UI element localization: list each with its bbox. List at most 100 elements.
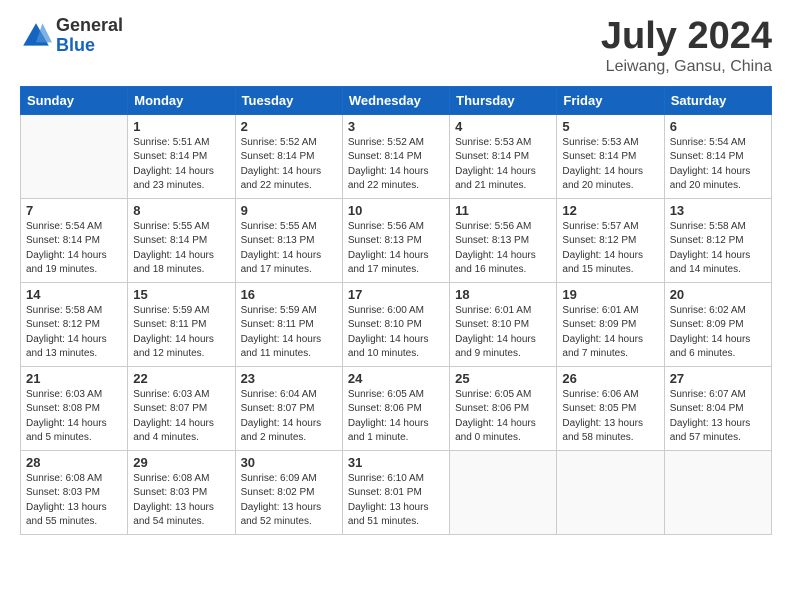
day-info: Sunrise: 5:57 AM Sunset: 8:12 PM Dayligh… <box>562 220 658 278</box>
day-number: 31 <box>348 455 444 470</box>
header: General Blue July 2024 Leiwang, Gansu, C… <box>20 16 772 76</box>
day-number: 15 <box>133 287 229 302</box>
calendar-cell: 11 Sunrise: 5:56 AM Sunset: 8:13 PM Dayli… <box>450 198 557 282</box>
day-number: 26 <box>562 371 658 386</box>
calendar-cell: 12Sunrise: 5:57 AM Sunset: 8:12 PM Dayli… <box>557 198 664 282</box>
day-info: Sunrise: 6:06 AM Sunset: 8:05 PM Dayligh… <box>562 388 658 446</box>
day-info: Sunrise: 6:02 AM Sunset: 8:09 PM Dayligh… <box>670 304 766 362</box>
calendar-cell: 22 Sunrise: 6:03 AM Sunset: 8:07 PM Dayli… <box>128 366 235 450</box>
day-info: Sunrise: 5:51 AM Sunset: 8:14 PM Dayligh… <box>133 136 229 194</box>
day-number: 29 <box>133 455 229 470</box>
day-number: 17 <box>348 287 444 302</box>
week-row-5: 28 Sunrise: 6:08 AM Sunset: 8:03 PM Dayli… <box>21 450 772 534</box>
calendar-cell: 15 Sunrise: 5:59 AM Sunset: 8:11 PM Dayli… <box>128 282 235 366</box>
logo-text: General Blue <box>56 16 123 56</box>
day-number: 27 <box>670 371 766 386</box>
day-number: 9 <box>241 203 337 218</box>
calendar-cell: 18 Sunrise: 6:01 AM Sunset: 8:10 PM Dayli… <box>450 282 557 366</box>
calendar-cell: 25 Sunrise: 6:05 AM Sunset: 8:06 PM Dayli… <box>450 366 557 450</box>
day-number: 18 <box>455 287 551 302</box>
day-info: Sunrise: 6:08 AM Sunset: 8:03 PM Dayligh… <box>26 472 122 530</box>
day-info: Sunrise: 6:10 AM Sunset: 8:01 PM Dayligh… <box>348 472 444 530</box>
day-number: 22 <box>133 371 229 386</box>
day-number: 5 <box>562 119 658 134</box>
calendar-cell: 10 Sunrise: 5:56 AM Sunset: 8:13 PM Dayli… <box>342 198 449 282</box>
page: General Blue July 2024 Leiwang, Gansu, C… <box>0 0 792 551</box>
calendar-cell: 31 Sunrise: 6:10 AM Sunset: 8:01 PM Dayli… <box>342 450 449 534</box>
calendar-cell: 7Sunrise: 5:54 AM Sunset: 8:14 PM Daylig… <box>21 198 128 282</box>
day-number: 21 <box>26 371 122 386</box>
weekday-header-sunday: Sunday <box>21 86 128 114</box>
day-number: 11 <box>455 203 551 218</box>
day-info: Sunrise: 6:08 AM Sunset: 8:03 PM Dayligh… <box>133 472 229 530</box>
day-number: 25 <box>455 371 551 386</box>
calendar-cell: 29 Sunrise: 6:08 AM Sunset: 8:03 PM Dayli… <box>128 450 235 534</box>
day-number: 13 <box>670 203 766 218</box>
calendar-cell: 14 Sunrise: 5:58 AM Sunset: 8:12 PM Dayli… <box>21 282 128 366</box>
day-number: 1 <box>133 119 229 134</box>
day-info: Sunrise: 6:05 AM Sunset: 8:06 PM Dayligh… <box>455 388 551 446</box>
day-number: 28 <box>26 455 122 470</box>
day-info: Sunrise: 5:53 AM Sunset: 8:14 PM Dayligh… <box>455 136 551 194</box>
day-info: Sunrise: 5:58 AM Sunset: 8:12 PM Dayligh… <box>26 304 122 362</box>
month-title: July 2024 <box>601 16 772 58</box>
calendar-cell: 2 Sunrise: 5:52 AM Sunset: 8:14 PM Daylig… <box>235 114 342 198</box>
day-number: 6 <box>670 119 766 134</box>
day-info: Sunrise: 5:56 AM Sunset: 8:13 PM Dayligh… <box>455 220 551 278</box>
day-info: Sunrise: 6:03 AM Sunset: 8:07 PM Dayligh… <box>133 388 229 446</box>
location-title: Leiwang, Gansu, China <box>601 58 772 76</box>
day-info: Sunrise: 6:00 AM Sunset: 8:10 PM Dayligh… <box>348 304 444 362</box>
calendar-cell: 13Sunrise: 5:58 AM Sunset: 8:12 PM Dayli… <box>664 198 771 282</box>
calendar-cell: 24 Sunrise: 6:05 AM Sunset: 8:06 PM Dayli… <box>342 366 449 450</box>
day-info: Sunrise: 5:55 AM Sunset: 8:14 PM Dayligh… <box>133 220 229 278</box>
logo-icon <box>20 20 52 52</box>
weekday-header-saturday: Saturday <box>664 86 771 114</box>
day-info: Sunrise: 5:59 AM Sunset: 8:11 PM Dayligh… <box>133 304 229 362</box>
day-info: Sunrise: 6:01 AM Sunset: 8:10 PM Dayligh… <box>455 304 551 362</box>
day-info: Sunrise: 6:04 AM Sunset: 8:07 PM Dayligh… <box>241 388 337 446</box>
weekday-row: SundayMondayTuesdayWednesdayThursdayFrid… <box>21 86 772 114</box>
logo-general-text: General <box>56 16 123 36</box>
day-info: Sunrise: 6:01 AM Sunset: 8:09 PM Dayligh… <box>562 304 658 362</box>
calendar-cell: 16 Sunrise: 5:59 AM Sunset: 8:11 PM Dayli… <box>235 282 342 366</box>
logo-blue-text: Blue <box>56 36 123 56</box>
calendar-cell <box>557 450 664 534</box>
day-info: Sunrise: 5:52 AM Sunset: 8:14 PM Dayligh… <box>241 136 337 194</box>
day-number: 16 <box>241 287 337 302</box>
day-number: 19 <box>562 287 658 302</box>
day-number: 4 <box>455 119 551 134</box>
day-number: 20 <box>670 287 766 302</box>
calendar-header: SundayMondayTuesdayWednesdayThursdayFrid… <box>21 86 772 114</box>
logo: General Blue <box>20 16 123 56</box>
calendar-cell: 28 Sunrise: 6:08 AM Sunset: 8:03 PM Dayli… <box>21 450 128 534</box>
day-info: Sunrise: 5:54 AM Sunset: 8:14 PM Dayligh… <box>670 136 766 194</box>
week-row-2: 7Sunrise: 5:54 AM Sunset: 8:14 PM Daylig… <box>21 198 772 282</box>
calendar-cell: 20 Sunrise: 6:02 AM Sunset: 8:09 PM Dayli… <box>664 282 771 366</box>
day-number: 2 <box>241 119 337 134</box>
day-info: Sunrise: 5:52 AM Sunset: 8:14 PM Dayligh… <box>348 136 444 194</box>
day-number: 10 <box>348 203 444 218</box>
calendar-cell: 23 Sunrise: 6:04 AM Sunset: 8:07 PM Dayli… <box>235 366 342 450</box>
week-row-3: 14 Sunrise: 5:58 AM Sunset: 8:12 PM Dayli… <box>21 282 772 366</box>
calendar-cell: 27 Sunrise: 6:07 AM Sunset: 8:04 PM Dayli… <box>664 366 771 450</box>
day-info: Sunrise: 5:53 AM Sunset: 8:14 PM Dayligh… <box>562 136 658 194</box>
calendar-cell: 5 Sunrise: 5:53 AM Sunset: 8:14 PM Daylig… <box>557 114 664 198</box>
calendar-cell: 4 Sunrise: 5:53 AM Sunset: 8:14 PM Daylig… <box>450 114 557 198</box>
day-info: Sunrise: 6:05 AM Sunset: 8:06 PM Dayligh… <box>348 388 444 446</box>
day-info: Sunrise: 6:03 AM Sunset: 8:08 PM Dayligh… <box>26 388 122 446</box>
day-info: Sunrise: 5:56 AM Sunset: 8:13 PM Dayligh… <box>348 220 444 278</box>
day-number: 14 <box>26 287 122 302</box>
week-row-1: 1 Sunrise: 5:51 AM Sunset: 8:14 PM Daylig… <box>21 114 772 198</box>
day-info: Sunrise: 6:07 AM Sunset: 8:04 PM Dayligh… <box>670 388 766 446</box>
calendar-cell: 6 Sunrise: 5:54 AM Sunset: 8:14 PM Daylig… <box>664 114 771 198</box>
calendar-cell: 21 Sunrise: 6:03 AM Sunset: 8:08 PM Dayli… <box>21 366 128 450</box>
weekday-header-wednesday: Wednesday <box>342 86 449 114</box>
day-info: Sunrise: 5:59 AM Sunset: 8:11 PM Dayligh… <box>241 304 337 362</box>
calendar-cell: 3Sunrise: 5:52 AM Sunset: 8:14 PM Daylig… <box>342 114 449 198</box>
day-number: 24 <box>348 371 444 386</box>
day-number: 23 <box>241 371 337 386</box>
day-info: Sunrise: 6:09 AM Sunset: 8:02 PM Dayligh… <box>241 472 337 530</box>
calendar-cell: 26 Sunrise: 6:06 AM Sunset: 8:05 PM Dayli… <box>557 366 664 450</box>
calendar-table: SundayMondayTuesdayWednesdayThursdayFrid… <box>20 86 772 535</box>
calendar-cell: 30Sunrise: 6:09 AM Sunset: 8:02 PM Dayli… <box>235 450 342 534</box>
